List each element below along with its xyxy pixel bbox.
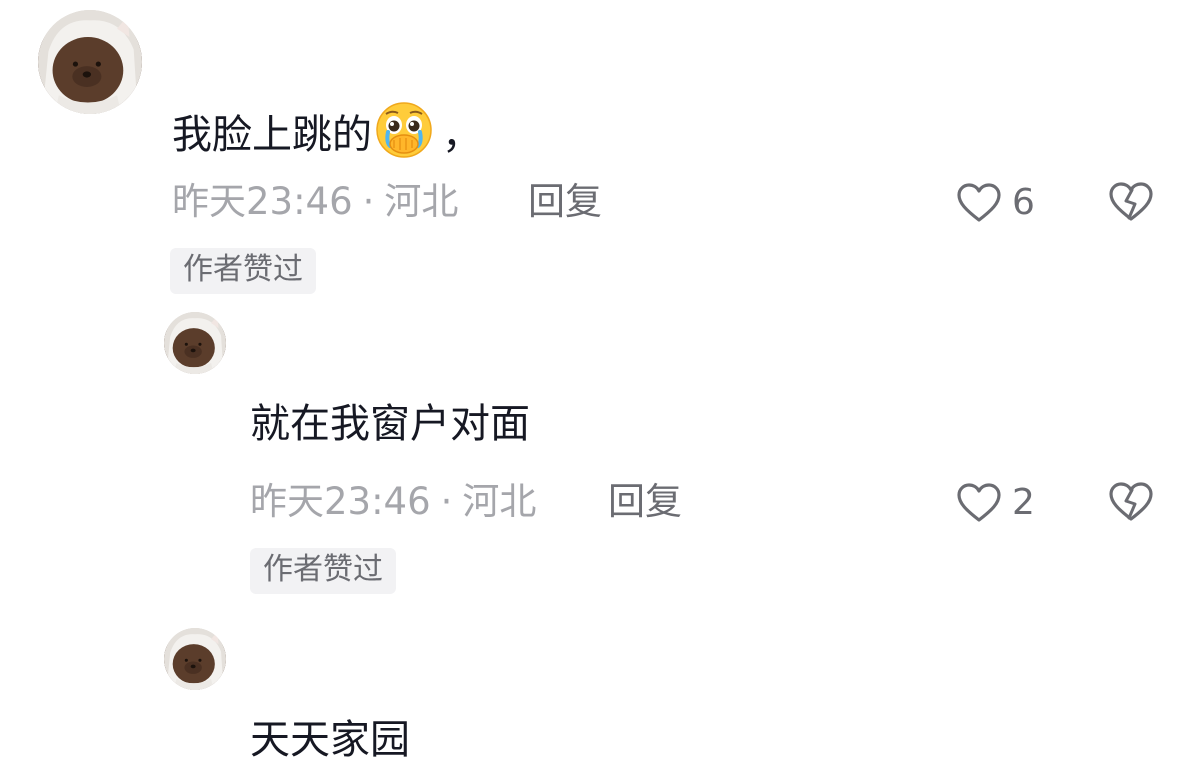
dislike-button[interactable] [1108,181,1154,223]
heart-outline-icon [957,483,1001,522]
comment-location: 河北 [462,480,537,523]
teddy-bear-avatar-image [164,628,226,690]
teddy-bear-avatar-image [164,312,226,374]
teddy-bear-avatar-image [38,10,142,114]
comment-location: 河北 [384,180,459,223]
comment-text: 我脸上跳的 ， [172,100,482,160]
avatar[interactable] [38,10,142,114]
meta-separator: · [440,480,453,523]
like-button[interactable]: 2 [956,481,1035,525]
author-liked-badge: 作者赞过 [170,248,316,294]
comment-text: 就在我窗户对面 [250,401,530,447]
reply-button[interactable]: 回复 [528,180,602,224]
crying-face-emoji-icon [374,100,434,160]
meta-separator: · [362,180,375,223]
broken-heart-icon [1109,182,1153,221]
like-count: 2 [1012,482,1035,523]
comment-time: 昨天23:46 [172,180,353,223]
comment-meta: 昨天23:46 · 河北 [172,180,458,224]
like-count: 6 [1012,182,1035,223]
comment-meta: 昨天23:46 · 河北 [250,480,536,524]
like-button[interactable]: 6 [956,181,1035,225]
avatar[interactable] [164,628,226,690]
reply-button[interactable]: 回复 [608,480,682,524]
comment-text-body: 我脸上跳的 [172,112,372,158]
comment-time: 昨天23:46 [250,480,431,523]
broken-heart-icon [1109,482,1153,521]
author-liked-badge: 作者赞过 [250,548,396,594]
dislike-button[interactable] [1108,481,1154,523]
comment-text-suffix: ， [442,112,482,158]
comment-text: 天天家园 [250,717,410,763]
heart-outline-icon [957,183,1001,222]
avatar[interactable] [164,312,226,374]
